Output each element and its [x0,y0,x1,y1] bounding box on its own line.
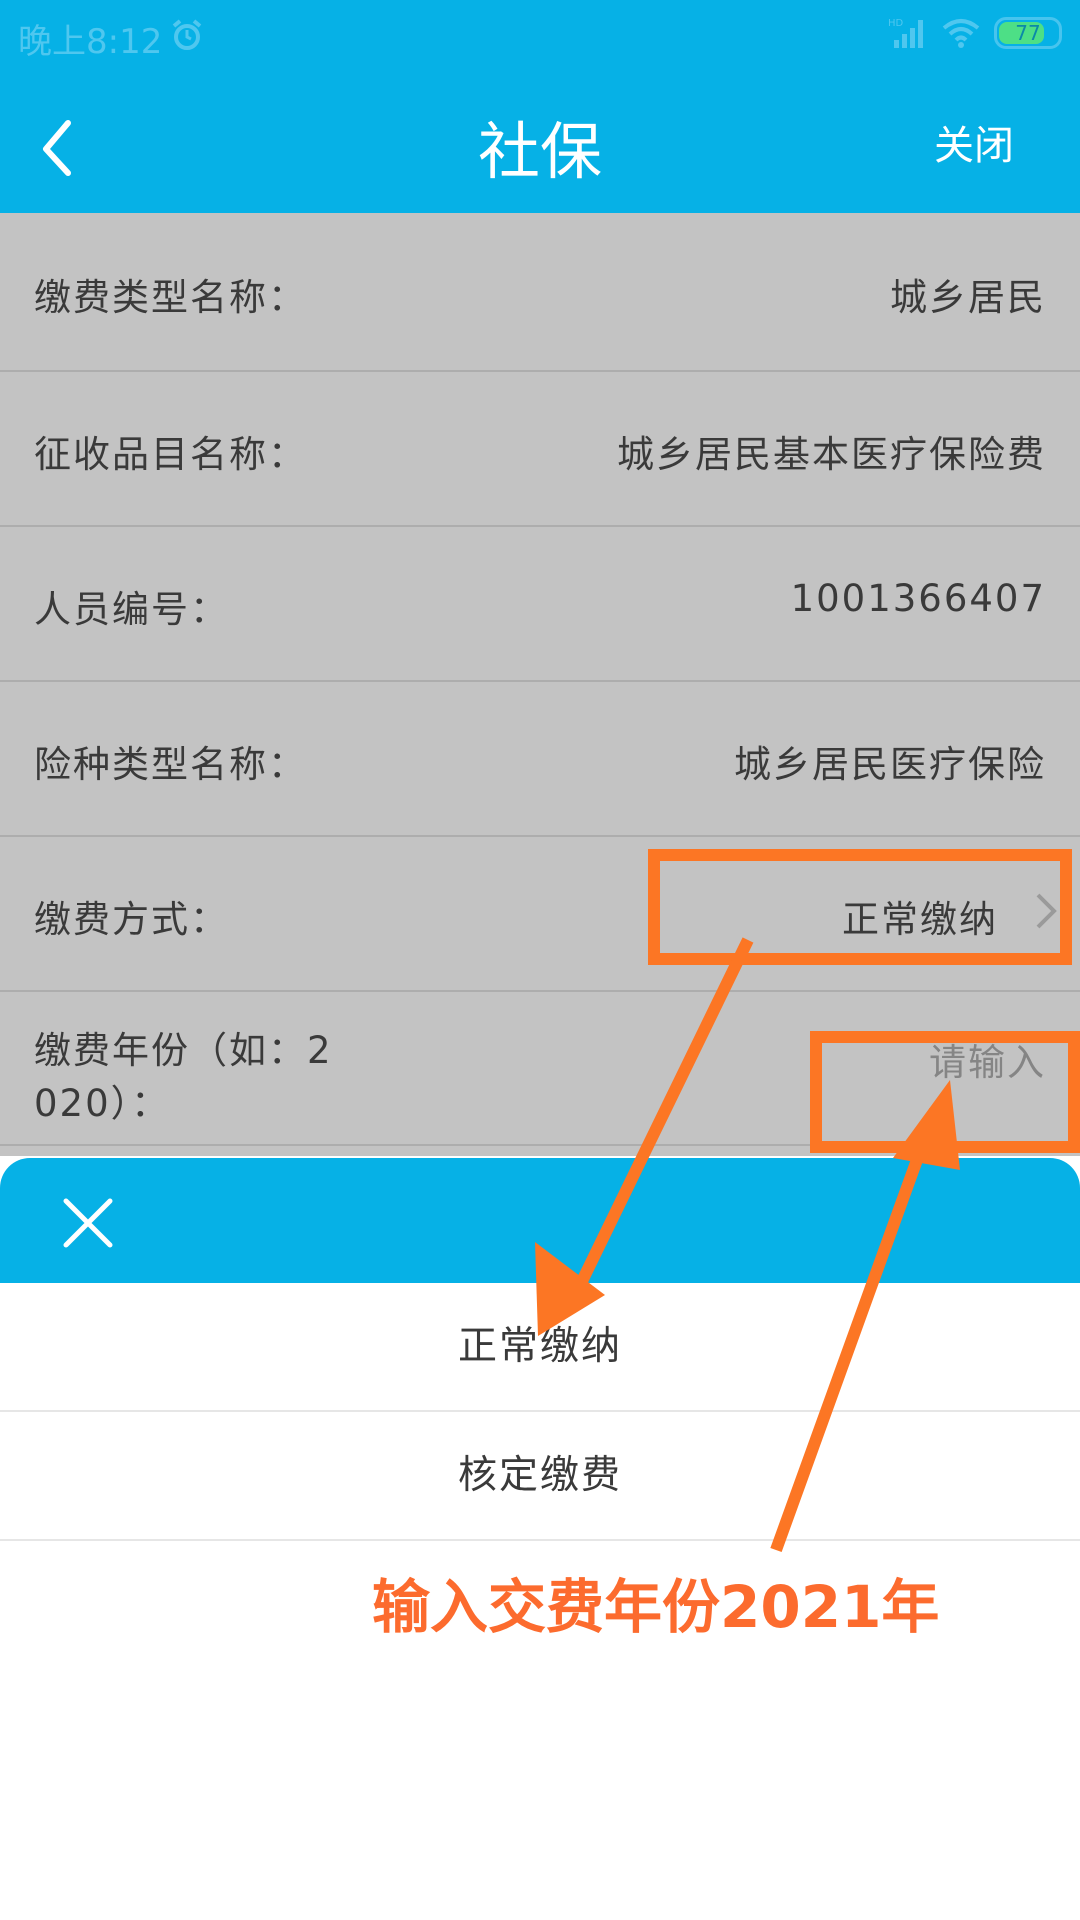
annotation-arrow-to-input [770,1107,941,1553]
annotation-text: 输入交费年份2021年 [372,1573,940,1641]
annotation-arrow-to-option [562,937,754,1313]
annotation-arrowhead [893,1080,960,1170]
